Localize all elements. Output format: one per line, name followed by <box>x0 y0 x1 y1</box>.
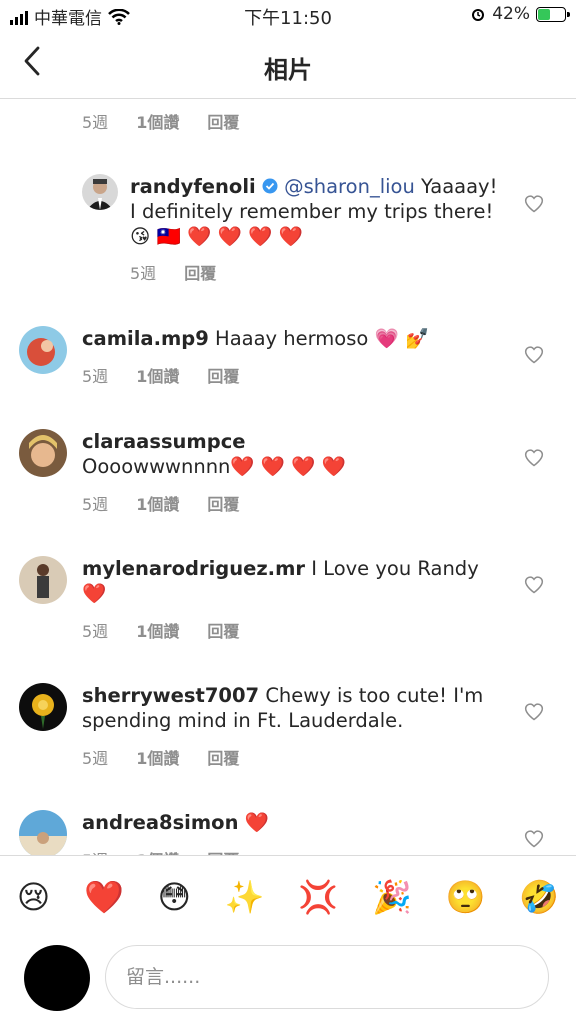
comment-age: 5週 <box>82 367 109 386</box>
comments-list[interactable]: 5週 1個讚 回覆 randyfenoli @sharon_liou Yaaaa… <box>0 99 576 855</box>
current-user-avatar <box>24 945 90 1011</box>
status-right: 42% <box>470 4 570 24</box>
comment-text: claraassumpce Oooowwwnnnn❤️ ❤️ ❤️ ❤️ <box>82 429 502 479</box>
likes-count[interactable]: 1個讚 <box>136 745 179 769</box>
reply-link[interactable]: 回覆 <box>207 618 239 642</box>
like-heart-icon[interactable] <box>524 448 544 468</box>
username[interactable]: andrea8simon <box>82 811 238 834</box>
comment-age: 5週 <box>82 113 109 132</box>
comment-body: ❤️ <box>244 811 269 834</box>
comment-meta: 5週 1個讚 回覆 <box>82 618 239 642</box>
alarm-icon <box>472 9 485 21</box>
battery-icon <box>536 6 570 22</box>
comment-age: 5週 <box>82 847 108 855</box>
likes-count[interactable]: 1個讚 <box>136 847 179 855</box>
reply-link[interactable]: 回覆 <box>184 260 216 284</box>
like-heart-icon[interactable] <box>524 575 544 595</box>
verified-badge-icon <box>262 178 278 194</box>
comment-body: Oooowwwnnnn❤️ ❤️ ❤️ ❤️ <box>82 455 347 478</box>
comment-input[interactable] <box>105 945 549 1009</box>
comment-meta: 5週 1個讚 回覆 <box>82 363 239 387</box>
username[interactable]: claraassumpce <box>82 430 246 453</box>
username[interactable]: sherrywest7007 <box>82 684 259 707</box>
emoji-anger-symbol[interactable]: 💢 <box>298 878 338 916</box>
comment-meta: 5週 回覆 <box>130 260 216 284</box>
like-heart-icon[interactable] <box>524 194 544 214</box>
page-title: 相片 <box>264 56 312 84</box>
avatar[interactable] <box>82 174 118 210</box>
likes-count[interactable]: 1個讚 <box>136 109 179 133</box>
username[interactable]: camila.mp9 <box>82 327 209 350</box>
comment-text: sherrywest7007 Chewy is too cute! I'm sp… <box>82 683 502 733</box>
comment-meta: 5週 1個讚 回覆 <box>82 847 239 855</box>
emoji-party-popper[interactable]: 🎉 <box>372 878 412 916</box>
emoji-rolling-eyes[interactable]: 🙄 <box>446 878 486 916</box>
comment-text: andrea8simon ❤️ <box>82 810 502 835</box>
emoji-rofl[interactable]: 🤣 <box>519 878 559 916</box>
emoji-sparkles[interactable]: ✨ <box>225 878 265 916</box>
comment-age: 5週 <box>82 622 109 641</box>
avatar[interactable] <box>19 556 67 604</box>
emoji-crying-face[interactable]: 😢 <box>17 878 50 916</box>
status-bar: 中華電信 下午11:50 42% <box>0 0 576 32</box>
comment-age: 5週 <box>82 749 109 768</box>
comment-meta: 5週 1個讚 回覆 <box>82 745 239 769</box>
avatar[interactable] <box>19 683 67 731</box>
likes-count[interactable]: 1個讚 <box>136 491 179 515</box>
battery-percent: 42% <box>492 4 530 24</box>
comment-meta: 5週 1個讚 回覆 <box>82 491 239 515</box>
reply-link[interactable]: 回覆 <box>207 847 239 855</box>
comment-meta: 5週 1個讚 回覆 <box>82 109 239 133</box>
like-heart-icon[interactable] <box>524 829 544 849</box>
comment-text: camila.mp9 Haaay hermoso 💗 💅 <box>82 326 502 351</box>
comment-body: Haaay hermoso 💗 💅 <box>215 327 430 350</box>
emoji-flushed-face[interactable]: 😳 <box>158 878 191 916</box>
avatar[interactable] <box>19 429 67 477</box>
likes-count[interactable]: 1個讚 <box>136 363 179 387</box>
mention-link[interactable]: @sharon_liou <box>284 175 415 198</box>
comment-age: 5週 <box>130 264 157 283</box>
like-heart-icon[interactable] <box>524 702 544 722</box>
emoji-red-heart[interactable]: ❤️ <box>84 878 124 916</box>
reply-link[interactable]: 回覆 <box>207 109 239 133</box>
reply-link[interactable]: 回覆 <box>207 491 239 515</box>
comment-text: randyfenoli @sharon_liou Yaaaay! I defin… <box>130 174 500 249</box>
username[interactable]: randyfenoli <box>130 175 256 198</box>
comment-age: 5週 <box>82 495 109 514</box>
reply-link[interactable]: 回覆 <box>207 745 239 769</box>
avatar[interactable] <box>19 810 67 855</box>
emoji-quick-bar: 😢 ❤️ 😳 ✨ 💢 🎉 🙄 🤣 <box>0 855 576 938</box>
nav-header: 相片 <box>0 32 576 99</box>
avatar[interactable] <box>19 326 67 374</box>
likes-count[interactable]: 1個讚 <box>136 618 179 642</box>
username[interactable]: mylenarodriguez.mr <box>82 557 305 580</box>
like-heart-icon[interactable] <box>524 345 544 365</box>
comment-text: mylenarodriguez.mr I Love you Randy ❤️ <box>82 556 502 606</box>
comment-composer <box>0 937 576 1024</box>
reply-link[interactable]: 回覆 <box>207 363 239 387</box>
